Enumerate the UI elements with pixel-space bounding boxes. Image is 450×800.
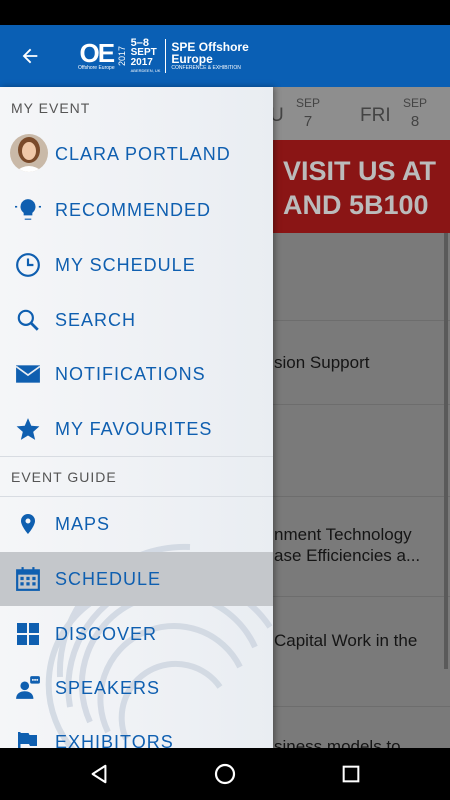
- grid-icon: [14, 620, 42, 648]
- session-title: sion Support: [274, 353, 370, 372]
- logo-oe-subtitle: Offshore Europe: [78, 64, 115, 71]
- session-title-line2: ase Efficiencies a...: [274, 546, 421, 565]
- envelope-icon: [14, 360, 42, 388]
- day-tab-day: 7: [303, 113, 313, 130]
- drawer-item-label: NOTIFICATIONS: [55, 363, 206, 384]
- drawer-item-my-schedule[interactable]: MY SCHEDULE: [0, 238, 273, 292]
- logo-divider: [165, 39, 167, 73]
- nav-back-icon: [91, 764, 107, 784]
- day-tab-month: SEP: [295, 96, 320, 110]
- section-header-my-event: MY EVENT: [11, 100, 91, 116]
- system-nav-bar: [0, 748, 450, 800]
- drawer-item-label: CLARA PORTLAND: [55, 143, 231, 164]
- avatar: [10, 134, 48, 172]
- section-header-event-guide: EVENT GUIDE: [11, 469, 117, 485]
- drawer-item-discover[interactable]: DISCOVER: [0, 607, 273, 661]
- banner-line1: VISIT US AT: [283, 156, 437, 186]
- calendar-icon: [14, 565, 42, 593]
- nav-back-button[interactable]: [85, 760, 113, 788]
- day-tab-day: 8: [410, 113, 420, 130]
- drawer-item-my-favourites[interactable]: MY FAVOURITES: [0, 402, 273, 456]
- logo-date-year: 2017: [130, 57, 153, 68]
- nav-home-button[interactable]: [211, 760, 239, 788]
- session-title: siness models to: [274, 737, 401, 748]
- clock-icon: [14, 251, 42, 279]
- app-bar: OE Offshore Europe 2017 5–8 SEPT 2017 AB…: [0, 25, 450, 87]
- logo-name-line3: CONFERENCE & EXHIBITION: [171, 64, 241, 71]
- logo-year: 2017: [116, 45, 127, 67]
- lightbulb-icon: [14, 196, 42, 224]
- session-title: nment Technology: [274, 525, 412, 544]
- drawer-item-label: SEARCH: [55, 309, 137, 330]
- drawer-item-recommended[interactable]: RECOMMENDED: [0, 183, 273, 237]
- logo-oe-mark: OE Offshore Europe: [78, 37, 116, 72]
- logo-name-line1: SPE Offshore: [171, 39, 249, 54]
- day-tab-dow: FRI: [360, 105, 391, 126]
- speaker-icon: [14, 674, 42, 702]
- drawer-item-notifications[interactable]: NOTIFICATIONS: [0, 347, 273, 401]
- drawer-item-maps[interactable]: MAPS: [0, 497, 273, 551]
- star-icon: [14, 415, 42, 443]
- nav-recents-button[interactable]: [337, 760, 365, 788]
- map-pin-icon: [14, 510, 42, 538]
- banner-line2: AND 5B100: [283, 190, 429, 220]
- flag-icon: [14, 728, 42, 748]
- day-tab-month: SEP: [402, 96, 427, 110]
- back-arrow-button[interactable]: [0, 25, 60, 87]
- scrollbar[interactable]: [444, 233, 448, 669]
- drawer-item-label: RECOMMENDED: [55, 199, 212, 220]
- status-bar: [0, 0, 450, 25]
- drawer-item-label: DISCOVER: [55, 623, 158, 644]
- session-title: Capital Work in the: [274, 631, 418, 650]
- nav-home-icon: [214, 763, 236, 785]
- drawer-item-label: MY SCHEDULE: [55, 254, 196, 275]
- logo-event-name: SPE Offshore Europe CONFERENCE & EXHIBIT…: [171, 41, 248, 72]
- drawer-item-search[interactable]: SEARCH: [0, 293, 273, 347]
- logo-location: ABERDEEN, UK: [130, 68, 161, 73]
- drawer-item-profile[interactable]: CLARA PORTLAND: [0, 127, 273, 181]
- drawer-item-exhibitors[interactable]: EXHIBITORS: [0, 715, 273, 748]
- logo-name-line2: Europe: [171, 51, 213, 66]
- section-divider: [0, 456, 273, 457]
- logo-dates: 5–8 SEPT 2017 ABERDEEN, UK: [131, 38, 161, 74]
- event-logo: OE Offshore Europe 2017 5–8 SEPT 2017 AB…: [78, 38, 249, 74]
- drawer-item-label: MAPS: [55, 513, 111, 534]
- nav-recents-icon: [342, 765, 360, 783]
- logo-oe-text: OE: [79, 37, 116, 68]
- back-arrow-icon: [22, 48, 38, 64]
- drawer-item-schedule[interactable]: SCHEDULE: [0, 552, 273, 606]
- drawer-item-label: MY FAVOURITES: [55, 418, 213, 439]
- drawer-item-label: SCHEDULE: [55, 568, 162, 589]
- app-screen: OE Offshore Europe 2017 5–8 SEPT 2017 AB…: [0, 0, 450, 800]
- drawer-item-label: EXHIBITORS: [55, 731, 174, 749]
- navigation-drawer: MY EVENT CLARA PORTLAND RECOMMENDED MY S…: [0, 87, 273, 748]
- avatar-image: [10, 134, 48, 172]
- drawer-item-label: SPEAKERS: [55, 677, 161, 698]
- search-icon: [14, 306, 42, 334]
- day-tab-fri[interactable]: FRI SEP 8: [355, 87, 450, 140]
- drawer-item-speakers[interactable]: SPEAKERS: [0, 661, 273, 715]
